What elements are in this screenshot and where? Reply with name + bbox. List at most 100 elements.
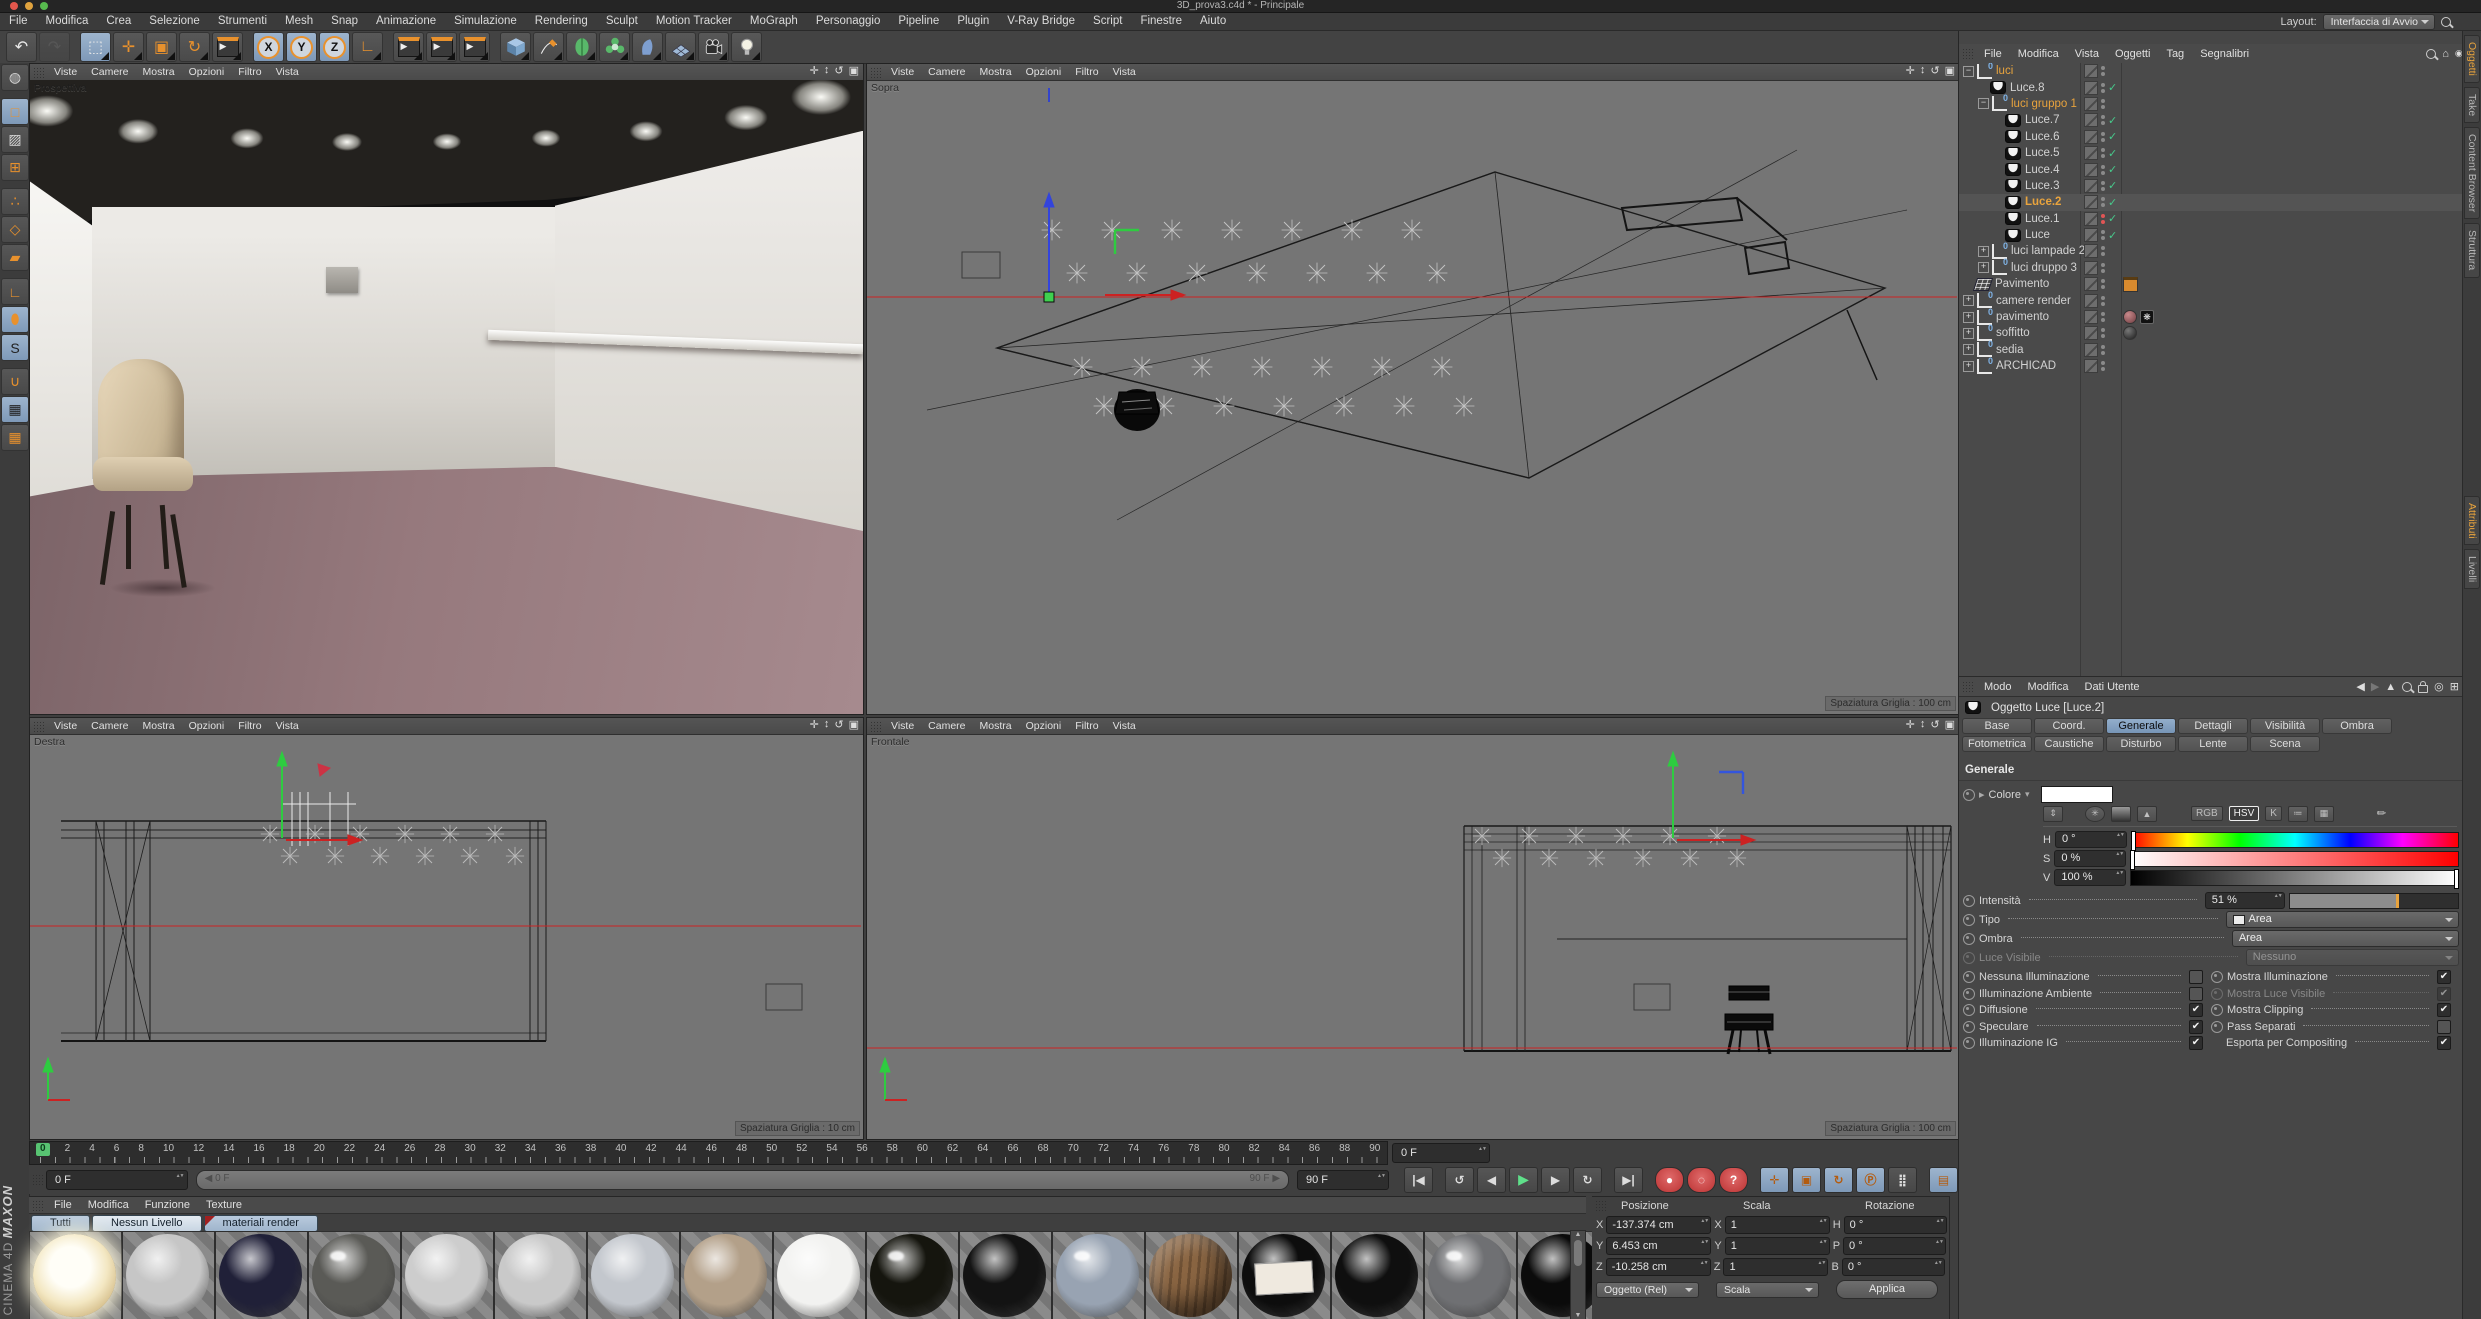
object-name[interactable]: soffitto bbox=[1996, 327, 2030, 339]
scale-tool[interactable]: ▣ bbox=[146, 32, 177, 62]
material-tag-red-icon[interactable] bbox=[2123, 310, 2137, 324]
menu-item-script[interactable]: Script bbox=[1084, 13, 1131, 30]
menu-item-aiuto[interactable]: Aiuto bbox=[1191, 13, 1235, 30]
object-name[interactable]: camere render bbox=[1996, 295, 2071, 307]
slider-cursor[interactable] bbox=[2131, 831, 2136, 851]
object-name[interactable]: pavimento bbox=[1996, 311, 2049, 323]
material-thumbnail[interactable] bbox=[1331, 1231, 1424, 1319]
zoom-view-icon[interactable]: ↕ bbox=[1920, 64, 1926, 77]
object-manager-menu-item-oggetti[interactable]: Oggetti bbox=[2107, 48, 2158, 60]
magnet-tool[interactable]: ∪ bbox=[1, 368, 29, 395]
position-z-field[interactable]: -10.258 cm bbox=[1606, 1258, 1711, 1276]
checkbox[interactable]: ✔ bbox=[2189, 1020, 2203, 1034]
points-mode[interactable]: ∴ bbox=[1, 188, 29, 215]
key-rotation-toggle[interactable]: ↻ bbox=[1824, 1167, 1853, 1193]
object-row-sedia[interactable]: +sedia bbox=[1959, 342, 2463, 358]
anim-dot-icon[interactable] bbox=[1963, 933, 1975, 945]
light-object-icon[interactable] bbox=[2005, 114, 2021, 127]
tab-fotometrica[interactable]: Fotometrica bbox=[1962, 736, 2032, 752]
last-tool-used[interactable]: ▶ bbox=[212, 32, 243, 62]
object-row-luce-7[interactable]: Luce.7✓ bbox=[1959, 112, 2463, 128]
timeline-ruler[interactable]: 0246810121416182022242628303234363840424… bbox=[29, 1141, 1388, 1165]
menu-item-rendering[interactable]: Rendering bbox=[526, 13, 597, 30]
object-manager-menu-item-tag[interactable]: Tag bbox=[2158, 48, 2192, 60]
wheel-icon[interactable]: ✳ bbox=[2085, 806, 2105, 822]
object-name[interactable]: luci gruppo 1 bbox=[2011, 98, 2077, 110]
next-key-button[interactable]: ↻ bbox=[1573, 1167, 1602, 1193]
zoom-view-icon[interactable]: ↕ bbox=[824, 64, 830, 77]
checkbox[interactable]: ✔ bbox=[2437, 970, 2451, 984]
object-row-luci[interactable]: −luci bbox=[1959, 63, 2463, 79]
toggle-view-icon[interactable]: ▣ bbox=[1945, 718, 1955, 731]
spectrum-icon[interactable] bbox=[2111, 806, 2131, 822]
object-name[interactable]: Luce.5 bbox=[2025, 147, 2060, 159]
coordinate-system[interactable]: ∟ bbox=[352, 32, 383, 62]
object-manager-menu-item-vista[interactable]: Vista bbox=[2067, 48, 2107, 60]
layer-toggle-icon[interactable] bbox=[2084, 146, 2098, 160]
axis-mode[interactable]: ∟ bbox=[1, 278, 29, 305]
layer-toggle-icon[interactable] bbox=[2084, 310, 2098, 324]
material-menu-item-modifica[interactable]: Modifica bbox=[80, 1199, 137, 1211]
add-floor-object[interactable] bbox=[665, 32, 696, 62]
light-object-icon[interactable] bbox=[2005, 130, 2021, 143]
zoom-view-icon[interactable]: ↕ bbox=[824, 718, 830, 731]
forward-arrow-icon[interactable]: ▶ bbox=[2371, 680, 2379, 693]
layer-toggle-icon[interactable] bbox=[2084, 130, 2098, 144]
viewport-menu-item-camere[interactable]: Camere bbox=[921, 720, 972, 732]
viewport-front[interactable]: VisteCamereMostraOpzioniFiltroVista ✛↕↺▣… bbox=[866, 717, 1960, 1140]
scale-y-field[interactable]: 1 bbox=[1725, 1237, 1830, 1255]
material-tab-materiali-render[interactable]: materiali render bbox=[204, 1215, 318, 1232]
menu-item-sculpt[interactable]: Sculpt bbox=[597, 13, 647, 30]
expand-icon[interactable]: + bbox=[1963, 312, 1974, 323]
tab-dettagli[interactable]: Dettagli bbox=[2178, 718, 2248, 734]
menu-item-file[interactable]: File bbox=[0, 13, 37, 30]
layer-toggle-icon[interactable] bbox=[2084, 294, 2098, 308]
model-mode[interactable]: □ bbox=[1, 98, 29, 125]
add-light-object[interactable] bbox=[731, 32, 762, 62]
lock-icon[interactable] bbox=[2418, 685, 2428, 693]
light-object-icon[interactable] bbox=[2005, 196, 2021, 209]
side-tab-take[interactable]: Take bbox=[2464, 87, 2480, 123]
previous-key-button[interactable]: ↺ bbox=[1445, 1167, 1474, 1193]
key-parameter-toggle[interactable]: Ⓟ bbox=[1856, 1167, 1885, 1193]
object-name[interactable]: sedia bbox=[1996, 344, 2024, 356]
render-settings-button[interactable]: ▶ bbox=[459, 32, 490, 62]
menu-item-modifica[interactable]: Modifica bbox=[37, 13, 98, 30]
menu-item-pipeline[interactable]: Pipeline bbox=[889, 13, 948, 30]
eyedropper-icon[interactable]: ✐ bbox=[2373, 806, 2389, 822]
side-tab-livelli[interactable]: Livelli bbox=[2464, 549, 2480, 589]
visibility-dots-icon[interactable] bbox=[2101, 345, 2105, 355]
sliders-icon[interactable]: ≔ bbox=[2288, 806, 2308, 822]
scrollbar-thumb[interactable] bbox=[1574, 1240, 1582, 1266]
expand-arrow-icon[interactable]: ▸ bbox=[1979, 788, 1985, 801]
panel-grip-icon[interactable] bbox=[870, 67, 882, 78]
viewport-perspective[interactable]: VisteCamereMostraOpzioniFiltroVista ✛↕↺▣… bbox=[29, 63, 864, 715]
panel-grip-icon[interactable] bbox=[32, 1200, 44, 1211]
object-row-luce-4[interactable]: Luce.4✓ bbox=[1959, 161, 2463, 177]
tab-coord[interactable]: Coord. bbox=[2034, 718, 2104, 734]
object-row-luci-druppo-3[interactable]: +luci druppo 3 bbox=[1959, 260, 2463, 276]
viewport-menu-item-vista[interactable]: Vista bbox=[1106, 720, 1143, 732]
collapse-icon[interactable]: − bbox=[1963, 66, 1974, 77]
null-object-icon[interactable] bbox=[1977, 359, 1992, 374]
material-thumbnail[interactable] bbox=[29, 1231, 122, 1319]
object-name[interactable]: Luce.2 bbox=[2025, 196, 2061, 208]
material-thumbnail[interactable] bbox=[308, 1231, 401, 1319]
pan-view-icon[interactable]: ✛ bbox=[810, 64, 819, 77]
viewport-menu-item-opzioni[interactable]: Opzioni bbox=[182, 66, 232, 78]
up-arrow-icon[interactable]: ▲ bbox=[2385, 681, 2396, 693]
search-icon[interactable] bbox=[2402, 682, 2412, 692]
material-tab-tutti[interactable]: Tutti bbox=[31, 1215, 90, 1232]
luce-visibile-dropdown[interactable]: Nessuno bbox=[2246, 949, 2459, 966]
expand-icon[interactable]: + bbox=[1963, 328, 1974, 339]
object-row-luce-1[interactable]: Luce.1✓ bbox=[1959, 211, 2463, 227]
object-name[interactable]: luci druppo 3 bbox=[2011, 262, 2077, 274]
object-name[interactable]: ARCHICAD bbox=[1996, 360, 2056, 372]
layer-toggle-icon[interactable] bbox=[2084, 64, 2098, 78]
object-row-pavimento[interactable]: +pavimento❋ bbox=[1959, 309, 2463, 325]
key-pla-toggle[interactable]: ⣿ bbox=[1888, 1167, 1917, 1193]
object-name[interactable]: Luce.3 bbox=[2025, 180, 2060, 192]
anim-dot-icon[interactable] bbox=[2211, 1021, 2223, 1033]
panel-grip-icon[interactable] bbox=[32, 1174, 44, 1185]
material-thumbnail[interactable] bbox=[959, 1231, 1052, 1319]
